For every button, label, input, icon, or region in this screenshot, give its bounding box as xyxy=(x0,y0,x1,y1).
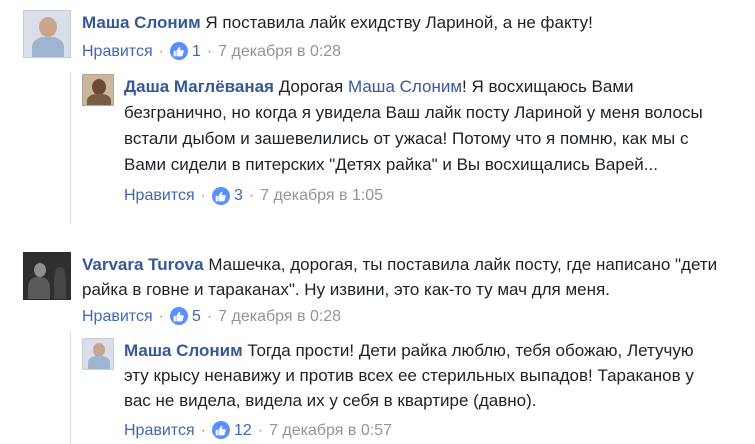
comment-date[interactable]: 7 декабря в 0:28 xyxy=(218,304,341,329)
comment-dasha-reply: Даша Маглёваная Дорогая Маша Слоним! Я в… xyxy=(82,74,722,207)
separator: · xyxy=(200,421,206,439)
like-count-value: 12 xyxy=(233,421,252,439)
reply-thread-line xyxy=(70,72,71,224)
avatar[interactable] xyxy=(82,74,114,106)
avatar[interactable] xyxy=(82,338,114,370)
comment-author[interactable]: Маша Слоним xyxy=(124,341,243,360)
like-count-value: 1 xyxy=(191,42,201,60)
comment-actions: Нравится · 1 · 7 декабря в 0:28 xyxy=(82,40,743,62)
comment-actions: Нравится · 3 · 7 декабря в 1:05 xyxy=(124,185,722,207)
thumbs-up-icon xyxy=(169,307,188,325)
comment-content: Маша Слоним Я поставила лайк ехидству Ла… xyxy=(82,10,743,35)
comment-date[interactable]: 7 декабря в 0:28 xyxy=(218,39,341,64)
like-button[interactable]: Нравится xyxy=(124,418,195,443)
separator: · xyxy=(206,42,213,60)
comment-date[interactable]: 7 декабря в 0:57 xyxy=(269,418,392,443)
like-button[interactable]: Нравится xyxy=(82,39,153,64)
thumbs-up-icon xyxy=(211,187,230,205)
separator: · xyxy=(158,307,164,325)
comment-author[interactable]: Даша Маглёваная xyxy=(124,77,274,96)
comment-content: Даша Маглёваная Дорогая Маша Слоним! Я в… xyxy=(124,74,722,178)
separator: · xyxy=(200,187,206,204)
separator: · xyxy=(248,187,255,204)
avatar[interactable] xyxy=(23,252,71,300)
comment-varvara: Varvara Turova Машечка, дорогая, ты пост… xyxy=(23,252,733,327)
like-button[interactable]: Нравится xyxy=(124,183,195,209)
like-count-value: 3 xyxy=(233,187,243,204)
comment-date[interactable]: 7 декабря в 1:05 xyxy=(260,183,383,209)
comment-actions: Нравится · 5 · 7 декабря в 0:28 xyxy=(82,305,733,327)
thumbs-up-icon xyxy=(211,421,230,439)
separator: · xyxy=(158,42,164,60)
comment-content: Varvara Turova Машечка, дорогая, ты пост… xyxy=(82,252,733,302)
like-count[interactable]: 1 xyxy=(169,39,201,64)
like-count[interactable]: 3 xyxy=(211,183,243,209)
comment-masha-1: Маша Слоним Я поставила лайк ехидству Ла… xyxy=(23,10,743,62)
comment-actions: Нравится · 12 · 7 декабря в 0:57 xyxy=(124,419,722,441)
comment-masha-reply: Маша Слоним Тогда прости! Дети райка люб… xyxy=(82,338,722,441)
like-count[interactable]: 5 xyxy=(169,304,201,329)
separator: · xyxy=(257,421,264,439)
mention-link[interactable]: Маша Слоним xyxy=(348,77,462,96)
comment-text: Я поставила лайк ехидству Лариной, а не … xyxy=(200,13,593,32)
comment-author[interactable]: Varvara Turova xyxy=(82,255,204,274)
like-button[interactable]: Нравится xyxy=(82,304,153,329)
avatar[interactable] xyxy=(23,10,71,58)
thumbs-up-icon xyxy=(169,42,188,60)
reply-thread-line xyxy=(70,332,71,444)
comment-content: Маша Слоним Тогда прости! Дети райка люб… xyxy=(124,338,722,413)
like-count-value: 5 xyxy=(191,307,201,325)
comment-author[interactable]: Маша Слоним xyxy=(82,13,201,32)
comment-text: Дорогая xyxy=(273,77,348,96)
separator: · xyxy=(206,307,213,325)
like-count[interactable]: 12 xyxy=(211,418,252,443)
